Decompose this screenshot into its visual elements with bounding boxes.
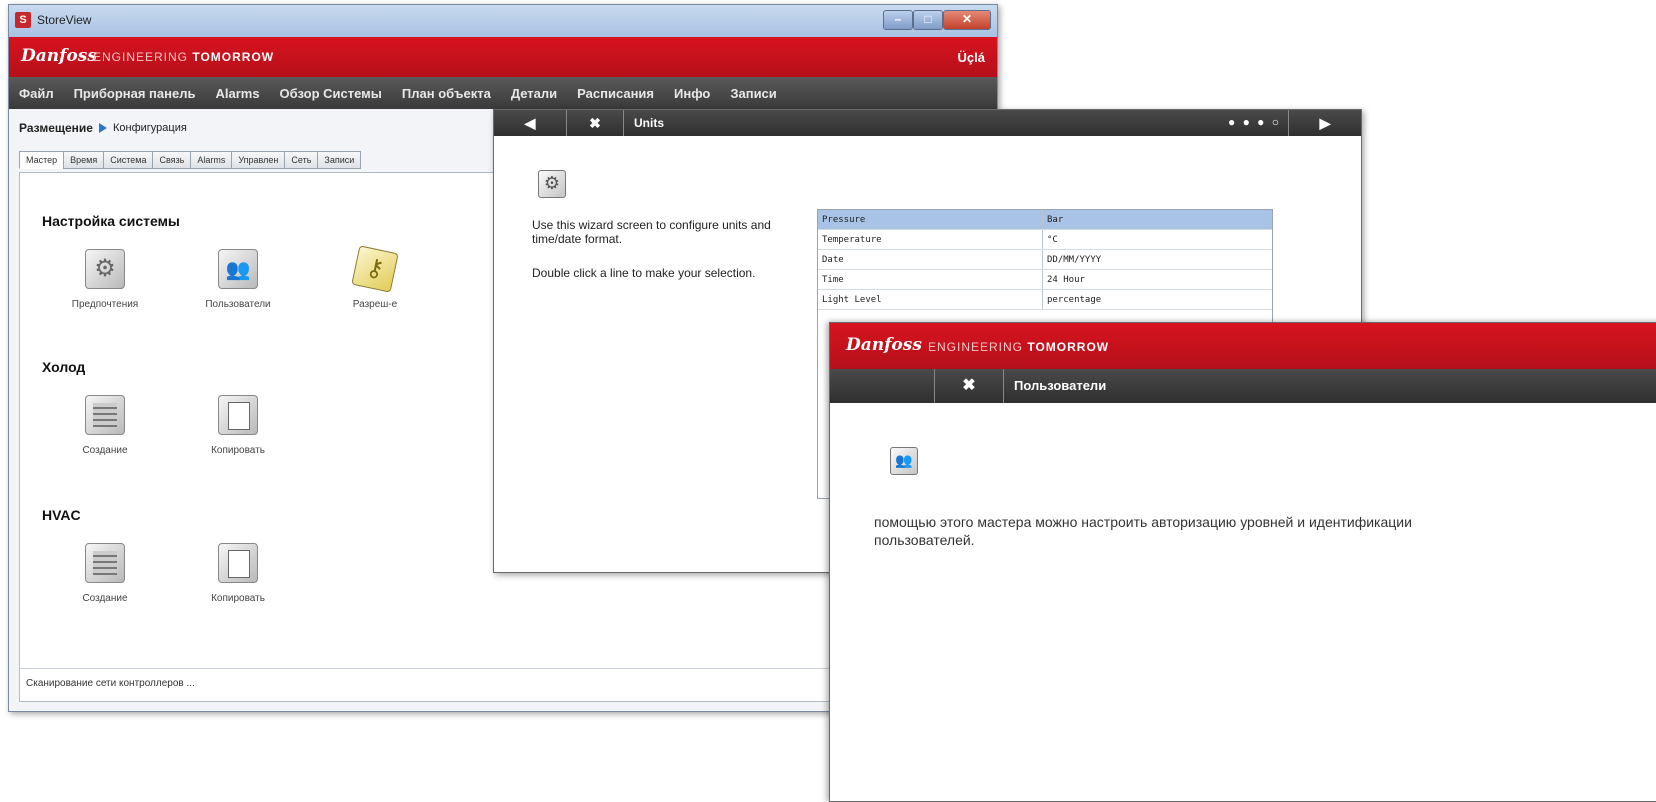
tile-license[interactable]: Разреш-е	[320, 245, 430, 310]
tab-control[interactable]: Управлен	[231, 151, 286, 169]
menu-system-overview[interactable]: Обзор Системы	[270, 86, 392, 101]
users-icon	[218, 249, 258, 289]
close-icon[interactable]: ✖	[567, 110, 624, 136]
back-arrow-icon[interactable]: ◀	[494, 110, 567, 136]
tab-alarms[interactable]: Alarms	[190, 151, 233, 169]
gear-icon	[85, 249, 125, 289]
tile-preferences[interactable]: Предпочтения	[50, 249, 160, 310]
tile-label: Разреш-е	[352, 299, 398, 310]
tab-records[interactable]: Записи	[317, 151, 362, 169]
unit-value: Bar	[1042, 210, 1272, 230]
tile-label: Создание	[82, 445, 128, 456]
users-description: помощью этого мастера можно настроить ав…	[874, 514, 1412, 548]
tab-wizard[interactable]: Мастер	[19, 151, 65, 169]
users-wizard-dialog: Danfoss ENGINEERING TOMORROW ✖ Пользоват…	[829, 322, 1656, 802]
table-row[interactable]: Time 24 Hour	[818, 269, 1272, 290]
unit-value: 24 Hour	[1042, 269, 1272, 290]
tagline-light: ENGINEERING	[93, 50, 189, 64]
menu-floor-plan[interactable]: План объекта	[392, 86, 501, 101]
brand-tagline: ENGINEERING TOMORROW	[93, 50, 274, 64]
tagline-bold: TOMORROW	[192, 50, 275, 64]
brand-tagline: ENGINEERING TOMORROW	[928, 340, 1109, 354]
tagline-bold: TOMORROW	[1027, 340, 1110, 354]
tile-refrigeration-create[interactable]: Создание	[50, 395, 160, 456]
refrigeration-create-icon	[85, 395, 125, 435]
brand-bar: Danfoss ENGINEERING TOMORROW Üçlá	[9, 37, 997, 77]
tile-hvac-create[interactable]: Создание	[50, 543, 160, 604]
wizard-progress-dots: ● ● ● ○	[1228, 115, 1281, 129]
tagline-light: ENGINEERING	[928, 340, 1024, 354]
section-refrigeration: Холод	[42, 359, 86, 375]
tile-users[interactable]: Пользователи	[183, 249, 293, 310]
status-text: Сканирование сети контроллеров ...	[26, 678, 195, 689]
hvac-copy-icon	[218, 543, 258, 583]
units-wizard-title: Units	[634, 116, 664, 130]
window-titlebar[interactable]: S StoreView – □ ✕	[9, 5, 997, 37]
menu-details[interactable]: Детали	[501, 86, 567, 101]
gear-icon: ⚙	[538, 170, 566, 198]
breadcrumb-configuration[interactable]: Конфигурация	[113, 122, 187, 134]
unit-name: Date	[818, 249, 1043, 270]
users-brand-bar: Danfoss ENGINEERING TOMORROW	[830, 323, 1656, 369]
breadcrumb: Размещение Конфигурация	[19, 121, 187, 135]
unit-name: Light Level	[818, 289, 1043, 310]
tile-label: Пользователи	[205, 299, 271, 310]
users-wizard-header: ✖ Пользователи	[830, 369, 1656, 403]
section-hvac: HVAC	[42, 507, 81, 523]
user-name[interactable]: Üçlá	[958, 50, 985, 65]
unit-name: Pressure	[818, 210, 1043, 230]
tab-communication[interactable]: Связь	[152, 151, 192, 169]
tab-time[interactable]: Время	[63, 151, 105, 169]
next-arrow-icon[interactable]: ▶	[1288, 110, 1361, 136]
close-icon[interactable]: ✖	[935, 369, 1004, 403]
menu-info[interactable]: Инфо	[664, 86, 720, 101]
unit-value: percentage	[1042, 289, 1272, 310]
tile-label: Копировать	[211, 593, 265, 604]
units-description-2: Double click a line to make your selecti…	[532, 266, 756, 280]
config-tabs: Мастер Время Система Связь Alarms Управл…	[19, 151, 362, 169]
main-menu-bar: Файл Приборная панель Alarms Обзор Систе…	[9, 77, 997, 109]
minimize-button[interactable]: –	[883, 10, 913, 30]
key-icon	[351, 245, 399, 293]
section-system-setup: Настройка системы	[42, 213, 180, 229]
menu-schedules[interactable]: Расписания	[567, 86, 664, 101]
tile-hvac-copy[interactable]: Копировать	[183, 543, 293, 604]
unit-name: Temperature	[818, 229, 1043, 250]
users-wizard-title: Пользователи	[1014, 378, 1107, 393]
menu-alarms[interactable]: Alarms	[205, 86, 269, 101]
app-icon: S	[15, 12, 31, 28]
window-title: StoreView	[37, 13, 92, 27]
menu-file[interactable]: Файл	[9, 86, 64, 101]
table-row[interactable]: Date DD/MM/YYYY	[818, 249, 1272, 270]
refrigeration-copy-icon	[218, 395, 258, 435]
unit-name: Time	[818, 269, 1043, 290]
breadcrumb-placement[interactable]: Размещение	[19, 121, 93, 135]
danfoss-logo: Danfoss	[846, 335, 922, 355]
breadcrumb-arrow-icon	[98, 123, 107, 133]
tile-label: Копировать	[211, 445, 265, 456]
units-description: Use this wizard screen to configure unit…	[532, 218, 822, 300]
tile-label: Предпочтения	[71, 299, 139, 310]
tile-refrigeration-copy[interactable]: Копировать	[183, 395, 293, 456]
danfoss-logo: Danfoss	[21, 46, 97, 66]
unit-value: DD/MM/YYYY	[1042, 249, 1272, 270]
tile-label: Создание	[82, 593, 128, 604]
table-row[interactable]: Light Level percentage	[818, 289, 1272, 310]
units-description-1: Use this wizard screen to configure unit…	[532, 218, 771, 246]
close-window-button[interactable]: ✕	[943, 10, 991, 30]
tab-network[interactable]: Сеть	[284, 151, 319, 169]
menu-dashboard[interactable]: Приборная панель	[64, 86, 206, 101]
table-row[interactable]: Temperature °C	[818, 229, 1272, 250]
table-row[interactable]: Pressure Bar	[818, 210, 1272, 230]
unit-value: °C	[1042, 229, 1272, 250]
menu-records[interactable]: Записи	[720, 86, 786, 101]
maximize-button[interactable]: □	[913, 10, 943, 30]
hvac-create-icon	[85, 543, 125, 583]
users-icon: 👥	[890, 447, 918, 475]
header-spacer	[830, 369, 935, 403]
units-wizard-header: ◀ ✖ Units ● ● ● ○ ▶	[494, 110, 1361, 136]
tab-system[interactable]: Система	[103, 151, 154, 169]
